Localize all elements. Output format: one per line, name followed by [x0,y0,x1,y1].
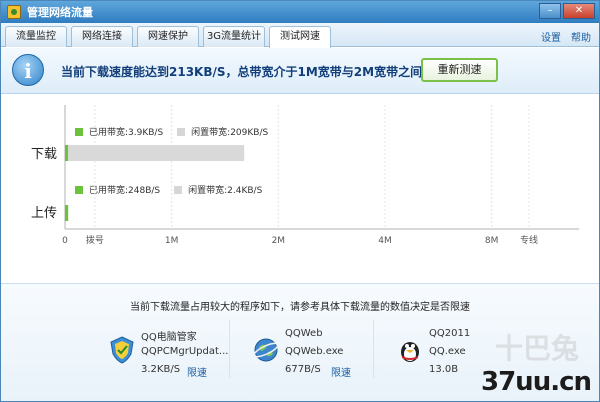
x-tick-label: 拨号 [86,234,104,246]
process-name: QQ2011 [429,328,471,339]
process-exe: QQPCMgrUpdat... [141,346,229,357]
process-speed: 3.2KB/S [141,364,181,375]
qq-pcmgr-shield-icon [110,336,134,364]
tab-network-connections[interactable]: 网络连接 [71,26,133,47]
process-name: QQ电脑管家 [141,332,197,343]
top-processes-panel: 当前下载流量占用较大的程序如下，请参考具体下载流量的数值决定是否限速 QQ电脑管… [1,283,599,401]
process-item-qqweb: QQWeb QQWeb.exe 677B/S 限速 [253,328,393,392]
process-name: QQWeb [285,328,323,339]
app-shield-icon [7,5,21,19]
x-tick-label: 4M [378,236,392,246]
tab-traffic-monitor[interactable]: 流量监控 [5,26,67,47]
close-button[interactable]: ✕ [563,3,595,19]
process-speed: 13.0B [429,364,459,375]
x-tick-label: 0 [62,236,68,246]
separator [229,320,230,378]
speed-result-message: 当前下载速度能达到213KB/S，总带宽介于1M宽带与2M宽带之间 [61,65,423,79]
qqweb-globe-icon [253,338,279,362]
window-title: 管理网络流量 [27,6,93,19]
settings-link[interactable]: 设置 [541,29,561,44]
x-tick-label: 8M [485,236,499,246]
help-link[interactable]: 帮助 [571,29,591,44]
limit-speed-link[interactable]: 限速 [331,364,351,379]
bar-used [65,205,69,221]
tab-3g-stats[interactable]: 3G流量统计 [203,26,265,47]
x-tick-label: 2M [272,236,286,246]
processes-hint: 当前下载流量占用较大的程序如下，请参考具体下载流量的数值决定是否限速 [130,302,470,313]
bar-idle [68,145,245,161]
bandwidth-chart: 已用带宽:3.9KB/S 闲置带宽:209KB/S 下载 已用带宽:248B/S… [1,95,599,273]
process-exe: QQWeb.exe [285,346,344,357]
retest-button[interactable]: 重新测速 [421,58,498,82]
separator [373,320,374,378]
process-speed: 677B/S [285,364,321,375]
main-window: 管理网络流量 – ✕ 流量监控 网络连接 网速保护 3G流量统计 测试网速 设置… [0,0,600,402]
process-exe: QQ.exe [429,346,466,357]
tab-bar: 流量监控 网络连接 网速保护 3G流量统计 测试网速 设置 帮助 [1,23,599,48]
result-banner: i 当前下载速度能达到213KB/S，总带宽介于1M宽带与2M宽带之间 重新测速 [1,48,599,94]
tab-speed-protection[interactable]: 网速保护 [137,26,199,47]
watermark: 37uu.cn [481,367,592,397]
watermark-faint: 十巴兔 [494,332,579,365]
info-icon: i [12,54,44,86]
x-tick-label: 专线 [520,234,538,246]
x-tick-label: 1M [165,236,179,246]
process-item-qqpcmgr: QQ电脑管家 QQPCMgrUpdat... 3.2KB/S 限速 [109,328,249,392]
chart-plot: 0 拨号 1M 2M 4M 8M 专线 [62,105,579,246]
bar-used [65,145,69,161]
minimize-button[interactable]: – [539,3,561,19]
qq-penguin-icon [401,342,419,362]
limit-speed-link[interactable]: 限速 [187,364,207,379]
tab-speed-test[interactable]: 测试网速 [269,26,331,48]
title-bar: 管理网络流量 – ✕ [1,1,599,23]
